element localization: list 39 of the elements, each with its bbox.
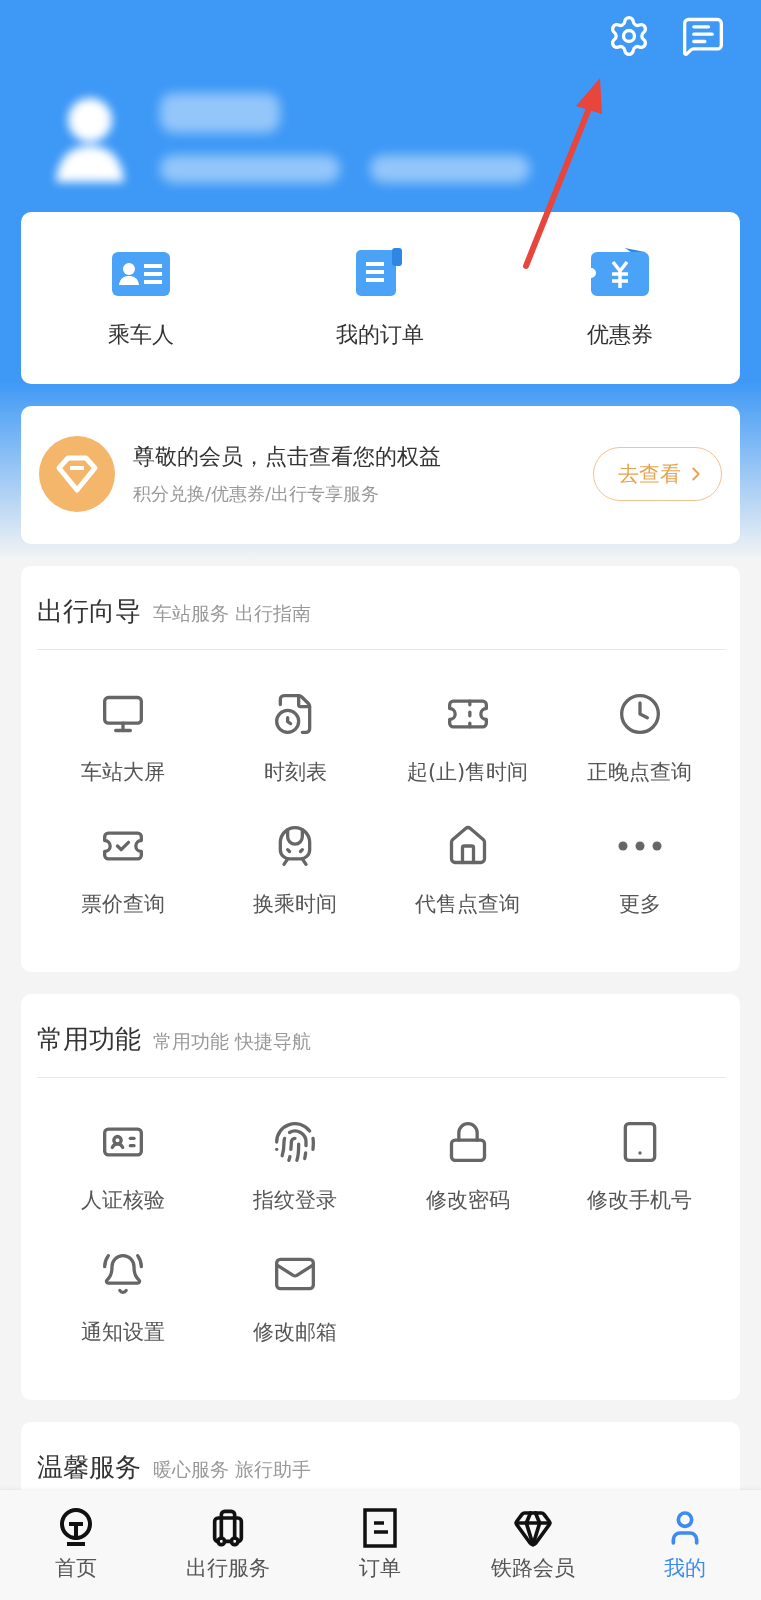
document-icon [363,1508,398,1548]
tab[interactable]: 订单 [304,1490,457,1600]
feature-item[interactable]: 起(止)售时间 [406,758,529,786]
document-icon [356,248,405,296]
feature-item[interactable]: 人证核验 [81,1186,166,1214]
section-title: 常用功能 [37,1023,141,1056]
feature-item[interactable]: 票价查询 [81,890,166,918]
tab[interactable]: 出行服务 [152,1490,305,1600]
member-subtitle: 积分兑换/优惠券/出行专享服务 [133,482,381,506]
feature-item[interactable]: 车站大屏 [81,758,166,786]
tab[interactable]: 首页 [0,1490,153,1600]
clock-icon [617,692,662,736]
section-subtitle: 暖心服务 旅行助手 [153,1457,312,1482]
feature-item[interactable]: 通知设置 [81,1318,166,1346]
more-icon [617,841,662,851]
diamond-badge-icon [39,436,115,512]
bell-icon [101,1252,146,1296]
feature-item[interactable]: 修改密码 [425,1186,510,1214]
quick-link[interactable]: 乘车人 [107,320,174,350]
feature-item[interactable]: 时刻表 [263,758,327,786]
section-title: 出行向导 [37,595,141,628]
member-title: 尊敬的会员，点击查看您的权益 [133,443,442,471]
feature-item[interactable]: 代售点查询 [415,890,521,918]
quick-link[interactable]: 优惠券 [587,320,654,350]
section-subtitle: 车站服务 出行指南 [153,601,312,626]
section-title: 温馨服务 [37,1451,141,1484]
feature-item[interactable]: 修改手机号 [587,1186,693,1214]
id-card-icon [111,252,170,296]
quick-link[interactable]: 我的订单 [336,320,425,350]
diamond-icon [512,1508,553,1548]
tab[interactable]: 铁路会员 [456,1490,609,1600]
feature-item[interactable]: 指纹登录 [253,1186,338,1214]
coupon-icon [591,248,650,296]
feature-item[interactable]: 正晚点查询 [587,758,693,786]
feature-item[interactable]: 更多 [618,890,661,918]
section-subtitle: 常用功能 快捷导航 [153,1029,312,1054]
feature-item[interactable]: 换乘时间 [253,890,338,918]
feature-item[interactable]: 修改邮箱 [253,1318,338,1346]
fingerprint-icon [273,1120,318,1164]
